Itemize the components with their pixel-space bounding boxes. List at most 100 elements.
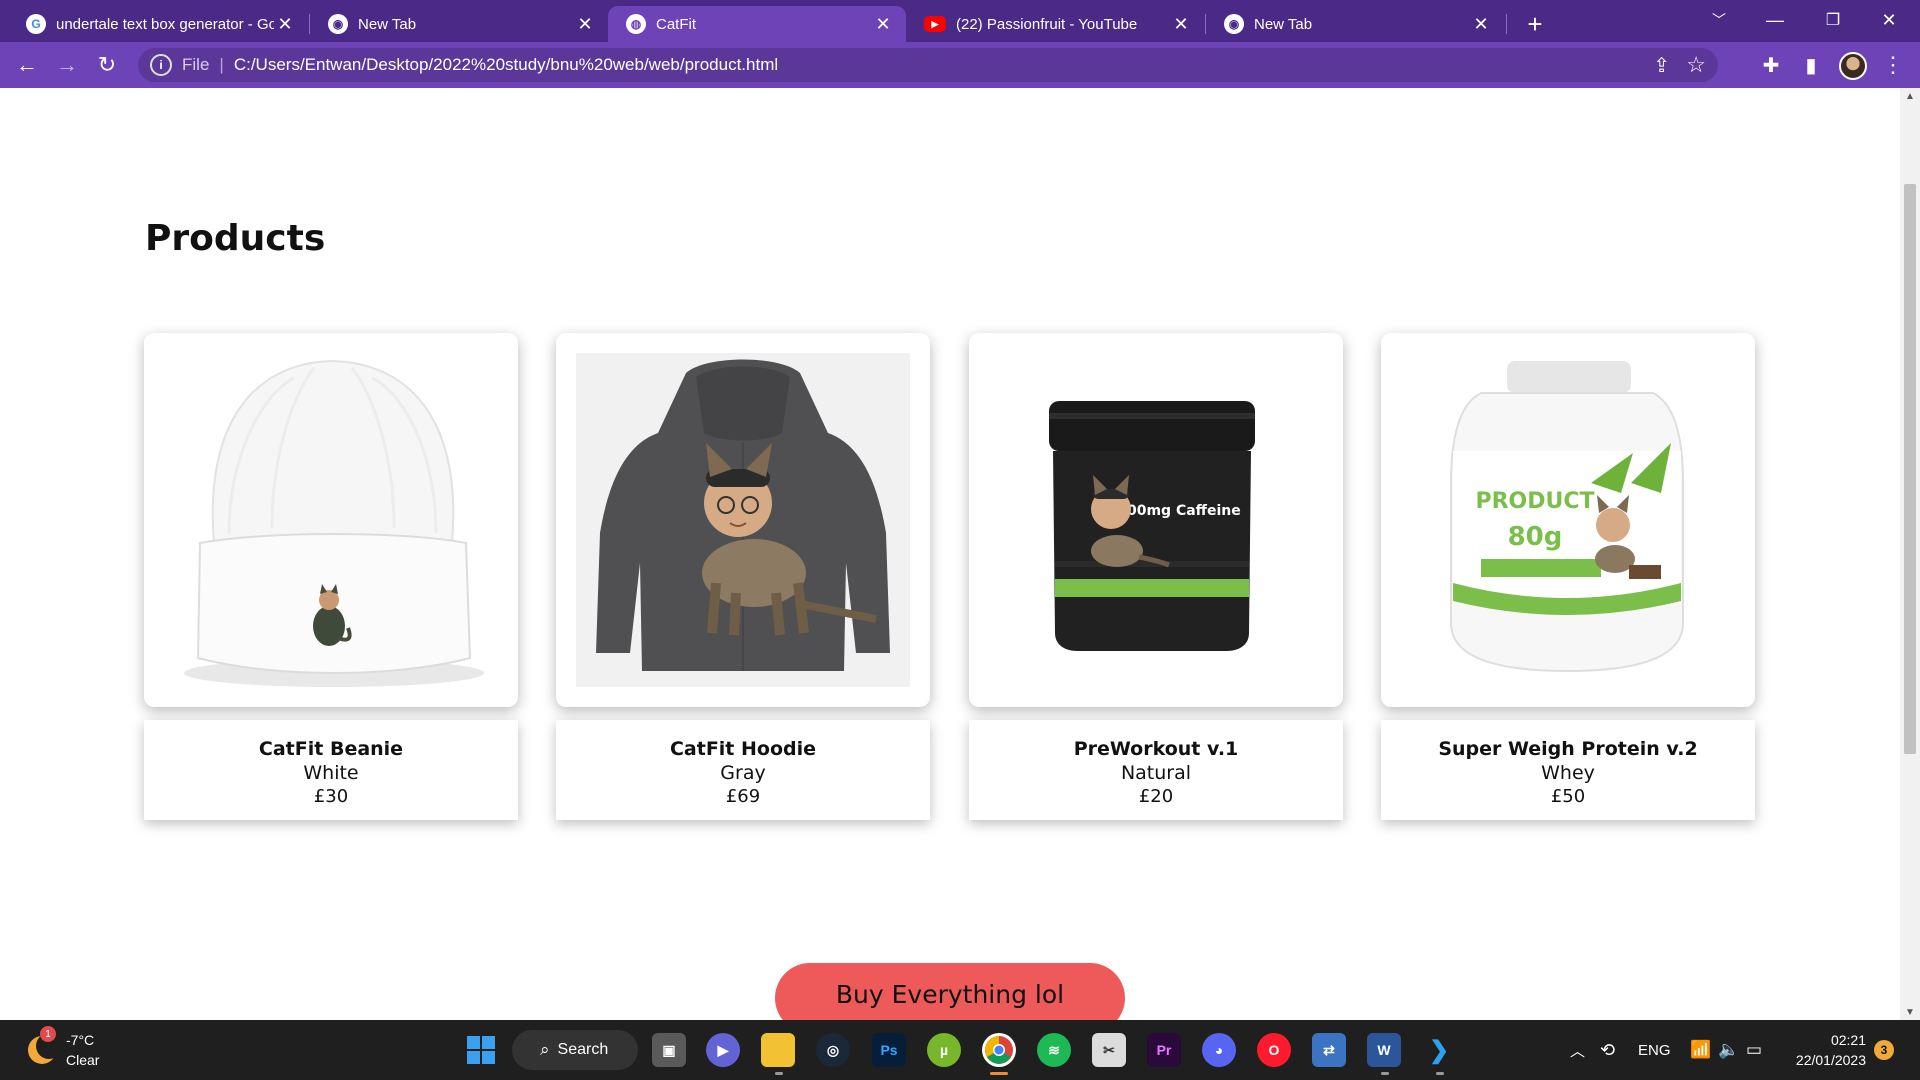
task-view-icon[interactable]: ▣	[652, 1033, 686, 1067]
menu-kebab-icon[interactable]: ⋮	[1878, 50, 1908, 80]
reload-icon[interactable]: ↻	[92, 50, 122, 80]
tray-overflow-chevron-icon[interactable]: ︿	[1570, 1020, 1585, 1080]
product-image-beanie[interactable]	[144, 333, 518, 707]
windows-taskbar: 1 -7°C Clear ⌕ Search ▣ ▶ ◎ Ps µ ≋ ✂ Pr …	[0, 1020, 1920, 1080]
volume-icon[interactable]: 🔈	[1718, 1020, 1739, 1080]
share-icon[interactable]: ⇪	[1653, 53, 1670, 78]
close-tab-icon[interactable]: ✕	[1170, 13, 1192, 35]
close-tab-icon[interactable]: ✕	[1470, 13, 1492, 35]
close-tab-icon[interactable]: ✕	[274, 13, 296, 35]
weather-badge: 1	[40, 1026, 56, 1042]
minimize-button[interactable]: —	[1752, 4, 1798, 36]
address-scheme: File	[182, 55, 210, 74]
taskbar-search[interactable]: ⌕ Search	[512, 1030, 638, 1070]
extensions-puzzle-icon[interactable]: ✚	[1756, 50, 1786, 80]
profile-avatar[interactable]	[1839, 52, 1867, 80]
snipping-tool-icon[interactable]: ✂	[1092, 1033, 1126, 1067]
product-name: PreWorkout v.1	[1073, 738, 1239, 760]
product-image-protein[interactable]: PRODUCT 80g	[1381, 333, 1755, 707]
tab-title: New Tab	[358, 15, 417, 33]
preworkout-label: 500mg Caffeine	[1117, 503, 1241, 519]
network-app-icon[interactable]: ⇄	[1312, 1033, 1346, 1067]
product-price: £69	[725, 786, 761, 807]
product-image-hoodie[interactable]	[556, 333, 930, 707]
side-panel-icon[interactable]: ▮	[1796, 50, 1826, 80]
scroll-down-icon[interactable]: ▼	[1900, 1004, 1920, 1020]
product-variant: Natural	[1120, 762, 1192, 784]
page-title: Products	[145, 218, 326, 259]
address-bar[interactable]: i File | C:/Users/Entwan/Desktop/2022%20…	[138, 48, 1718, 82]
bookmark-star-icon[interactable]: ☆	[1686, 52, 1706, 78]
chrome-icon: ◉	[328, 14, 348, 34]
product-info-protein: Super Weigh Protein v.2 Whey £50	[1381, 720, 1755, 820]
steam-icon[interactable]: ◎	[816, 1033, 850, 1067]
address-divider: |	[219, 55, 224, 74]
weather-condition: Clear	[66, 1052, 100, 1068]
scroll-thumb[interactable]	[1904, 184, 1916, 754]
protein-label-title: PRODUCT	[1475, 489, 1594, 514]
taskbar-search-label: Search	[557, 1041, 609, 1058]
taskbar-clock[interactable]: 02:21 22/01/2023	[1790, 1030, 1866, 1070]
running-indicator	[775, 1072, 783, 1075]
close-window-button[interactable]: ✕	[1866, 4, 1912, 36]
chrome-taskbar-icon[interactable]	[982, 1033, 1016, 1067]
product-variant: Gray	[720, 762, 766, 784]
beanie-image	[184, 359, 484, 687]
photoshop-icon[interactable]: Ps	[872, 1033, 906, 1067]
product-name: CatFit Beanie	[258, 738, 404, 760]
opera-icon[interactable]: O	[1257, 1033, 1291, 1067]
clock-date: 22/01/2023	[1795, 1052, 1866, 1068]
restore-button[interactable]: ❐	[1810, 4, 1856, 36]
weather-widget[interactable]: 1 -7°C Clear	[28, 1026, 100, 1070]
product-name: Super Weigh Protein v.2	[1438, 738, 1698, 760]
premiere-icon[interactable]: Pr	[1147, 1033, 1181, 1067]
windows-start-icon[interactable]	[464, 1033, 498, 1067]
battery-icon[interactable]: ▭	[1746, 1020, 1762, 1080]
running-indicator	[1381, 1072, 1389, 1075]
address-url[interactable]: C:/Users/Entwan/Desktop/2022%20study/bnu…	[234, 55, 778, 75]
tab-new-tab-1[interactable]: ◉ New Tab ✕	[310, 6, 608, 42]
tab-search-chevron-icon[interactable]: ﹀	[1696, 4, 1742, 36]
utorrent-icon[interactable]: µ	[927, 1033, 961, 1067]
info-icon[interactable]: i	[150, 54, 172, 76]
weather-temp: -7°C	[66, 1032, 95, 1048]
discord-icon[interactable]: ◕	[1202, 1033, 1236, 1067]
close-tab-icon[interactable]: ✕	[574, 13, 596, 35]
buy-everything-button[interactable]: Buy Everything lol	[775, 963, 1125, 1020]
protein-label-weight: 80g	[1508, 522, 1563, 552]
product-name: CatFit Hoodie	[669, 738, 817, 760]
product-info-preworkout: PreWorkout v.1 Natural £20	[969, 720, 1343, 820]
search-icon: ⌕	[540, 1040, 550, 1059]
spotify-icon[interactable]: ≋	[1037, 1033, 1071, 1067]
tab-title: (22) Passionfruit - YouTube	[956, 15, 1138, 33]
running-indicator	[990, 1072, 1008, 1075]
tab-title: New Tab	[1254, 15, 1313, 33]
tab-google[interactable]: G undertale text box generator - Go ✕	[8, 6, 308, 42]
tab-title: CatFit	[656, 15, 697, 33]
tab-new-tab-2[interactable]: ◉ New Tab ✕	[1206, 6, 1504, 42]
tab-catfit[interactable]: ◍ CatFit ✕	[608, 6, 906, 42]
word-icon[interactable]: W	[1367, 1033, 1401, 1067]
new-tab-button[interactable]: +	[1520, 9, 1550, 39]
sync-icon[interactable]: ⟲	[1600, 1020, 1615, 1080]
page-viewport: Products CatFit Beanie White £30 CatFit …	[0, 88, 1900, 1020]
back-arrow-icon[interactable]: ←	[12, 50, 42, 80]
notification-badge[interactable]: 3	[1874, 1040, 1894, 1060]
product-variant: White	[303, 762, 359, 784]
clock-time: 02:21	[1830, 1032, 1866, 1048]
globe-icon: ◍	[626, 14, 646, 34]
product-price: £20	[1138, 786, 1174, 807]
tab-youtube[interactable]: ▶ (22) Passionfruit - YouTube ✕	[906, 6, 1204, 42]
teams-chat-icon[interactable]: ▶	[706, 1033, 740, 1067]
language-indicator[interactable]: ENG	[1638, 1020, 1671, 1080]
close-tab-icon[interactable]: ✕	[872, 13, 894, 35]
product-info-hoodie: CatFit Hoodie Gray £69	[556, 720, 930, 820]
scroll-up-icon[interactable]: ▲	[1900, 88, 1920, 104]
wifi-icon[interactable]: 📶	[1690, 1020, 1711, 1080]
forward-arrow-icon[interactable]: →	[52, 50, 82, 80]
file-explorer-icon[interactable]	[761, 1033, 795, 1067]
page-scrollbar[interactable]: ▲ ▼	[1900, 88, 1920, 1020]
product-image-preworkout[interactable]: 500mg Caffeine	[969, 333, 1343, 707]
product-price: £30	[313, 786, 349, 807]
vscode-icon[interactable]: ❯	[1422, 1033, 1456, 1067]
